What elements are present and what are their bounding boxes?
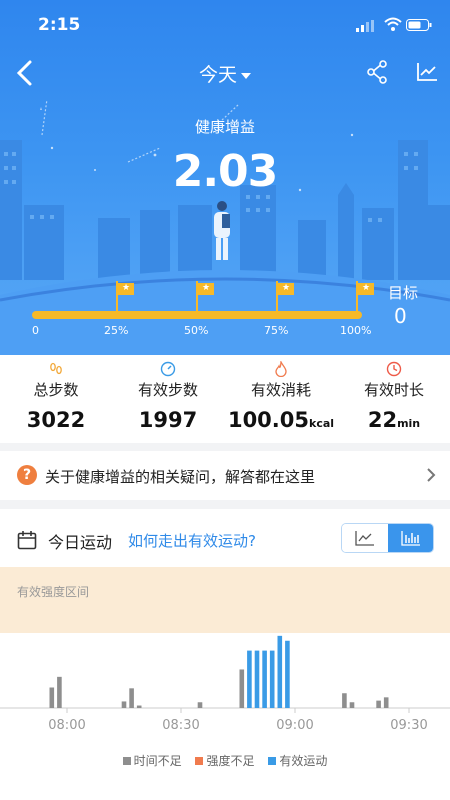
progress-mark: 100%	[340, 324, 372, 337]
stat-value: 22	[367, 408, 398, 432]
walker-figure	[214, 201, 230, 260]
faq-row[interactable]: ? 关于健康增益的相关疑问，解答都在这里	[0, 451, 450, 500]
stat-total-steps: 总步数 3022	[0, 355, 112, 432]
goal-value: 0	[394, 304, 407, 328]
activity-bar	[342, 693, 347, 708]
stat-value: 1997	[138, 408, 198, 432]
activity-bar	[376, 700, 381, 708]
legend-label: 强度不足	[206, 754, 255, 768]
signal-icon	[356, 20, 374, 32]
stat-effective-steps: 有效步数 1997	[112, 355, 224, 432]
date-selector-label: 今天	[198, 64, 237, 86]
activity-bar	[121, 701, 127, 708]
top-nav: 今天	[0, 52, 450, 94]
stat-label: 有效时长	[363, 381, 424, 399]
progress-mark: 0	[32, 324, 39, 337]
hero-panel: 2:15 今天 健康增益 2.03 ★ ★ ★ ★ 0 25% 50% 75% …	[0, 0, 450, 355]
x-tick-label: 09:00	[276, 718, 313, 733]
stat-label: 有效步数	[137, 381, 198, 399]
line-chart-icon	[355, 531, 374, 546]
legend-swatch	[268, 757, 277, 765]
stat-value: 3022	[26, 408, 86, 432]
status-bar: 2:15	[0, 0, 450, 52]
activity-bar	[349, 702, 355, 708]
clock-icon	[386, 361, 402, 377]
stat-effective-burn: 有效消耗 100.05kcal	[225, 355, 337, 432]
chevron-right-icon	[427, 468, 436, 482]
activity-bar	[383, 697, 389, 708]
stats-row: 总步数 3022 有效步数 1997 有效消耗 100.05kcal 有效时长 …	[0, 355, 450, 443]
activity-bar-chart: 08:00 08:30 09:00 09:30	[0, 635, 450, 733]
footprint-icon	[50, 362, 62, 375]
activity-bar	[129, 688, 134, 708]
section-title: 今日运动	[48, 533, 113, 552]
activity-bar	[277, 635, 283, 708]
line-chart-icon[interactable]	[416, 62, 438, 82]
gauge-icon	[160, 361, 176, 377]
activity-bar	[49, 687, 55, 708]
progress-mark: 50%	[184, 324, 209, 337]
gain-value: 2.03	[172, 146, 279, 197]
activity-bar	[285, 640, 290, 708]
status-time: 2:15	[38, 15, 81, 35]
activity-bar	[254, 650, 260, 708]
activity-bar	[57, 676, 62, 708]
flag-icon: ★	[196, 281, 216, 317]
x-tick-label: 09:30	[390, 718, 427, 733]
flag-icon: ★	[356, 281, 376, 317]
question-icon: ?	[17, 465, 37, 485]
flag-icon: ★	[276, 281, 296, 317]
share-icon[interactable]	[366, 60, 388, 84]
today-exercise-section: 今日运动 如何走出有效运动? 有效强度区间 08:00 08:30 09:00 09:…	[0, 509, 450, 800]
stat-unit: min	[397, 417, 421, 430]
chart-legend: 时间不足 强度不足 有效运动	[0, 752, 450, 769]
legend-item: 有效运动	[268, 752, 327, 769]
activity-bar	[262, 650, 267, 708]
stat-effective-duration: 有效时长 22min	[338, 355, 450, 432]
caret-down-icon	[241, 72, 251, 79]
bar-view-button[interactable]	[388, 524, 433, 552]
legend-swatch	[195, 757, 204, 765]
wifi-icon	[384, 17, 402, 31]
bar-chart-icon	[401, 531, 420, 546]
chart-type-toggle	[341, 523, 434, 553]
stat-label: 总步数	[33, 381, 79, 399]
activity-bar	[197, 702, 203, 708]
activity-bar	[269, 650, 275, 708]
battery-icon	[406, 19, 432, 31]
stat-unit: kcal	[309, 417, 335, 430]
activity-bar	[239, 669, 245, 708]
progress-mark: 25%	[104, 324, 129, 337]
legend-label: 时间不足	[133, 754, 182, 768]
legend-swatch	[122, 757, 131, 765]
goal-label: 目标	[388, 284, 419, 302]
flame-icon	[275, 359, 287, 378]
legend-item: 强度不足	[195, 752, 255, 769]
flag-icon: ★	[116, 281, 136, 317]
faq-text: 关于健康增益的相关疑问，解答都在这里	[45, 468, 316, 486]
activity-bar	[247, 650, 252, 708]
activity-bar	[136, 705, 142, 708]
x-tick-label: 08:00	[48, 718, 85, 733]
stat-value: 100.05	[227, 408, 309, 432]
progress-mark: 75%	[264, 324, 289, 337]
gain-label: 健康增益	[194, 118, 255, 136]
line-view-button[interactable]	[342, 524, 388, 552]
stat-label: 有效消耗	[250, 381, 311, 399]
effective-exercise-help-link[interactable]: 如何走出有效运动?	[128, 530, 256, 551]
calendar-icon	[17, 531, 37, 550]
legend-item: 时间不足	[122, 752, 182, 769]
x-tick-label: 08:30	[162, 718, 199, 733]
legend-label: 有效运动	[279, 754, 328, 768]
